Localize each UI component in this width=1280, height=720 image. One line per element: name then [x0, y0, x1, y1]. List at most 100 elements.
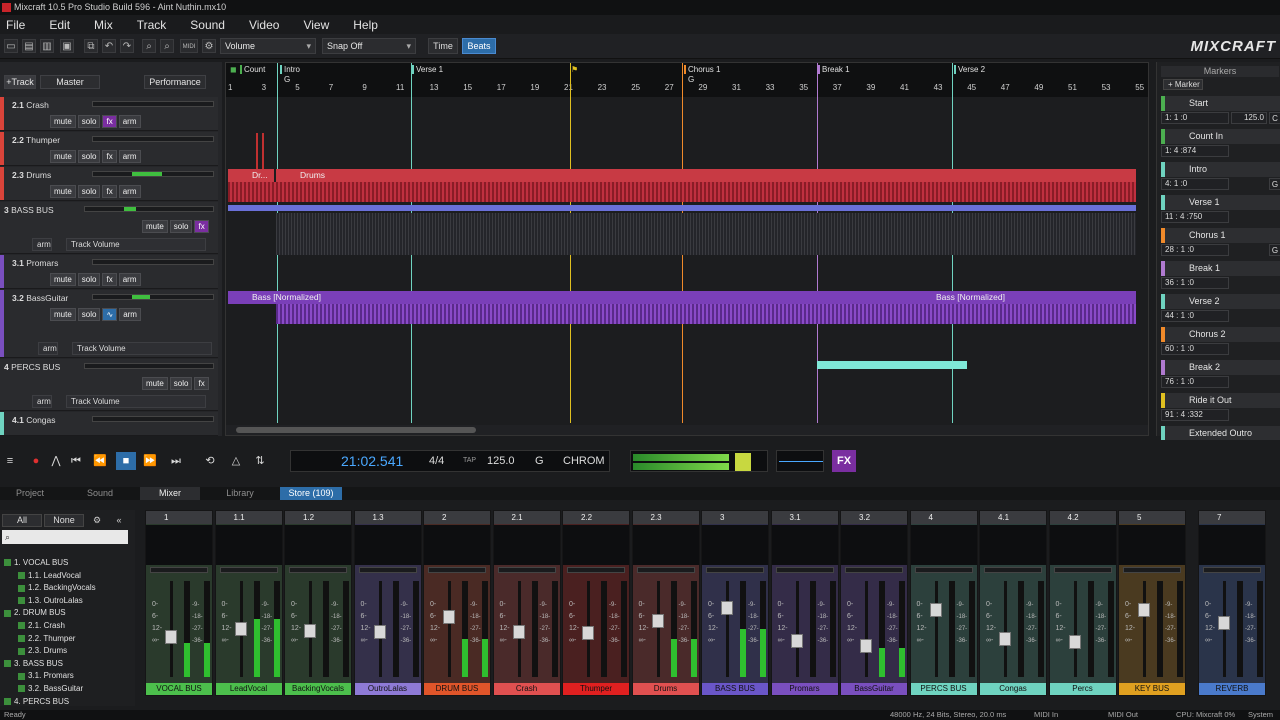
mute-button[interactable]: mute: [50, 273, 76, 286]
fader-track[interactable]: [1004, 581, 1007, 677]
mixer-strip[interactable]: 7 0- 6- 12- ∞- -9- -18- -27- -36- REVERB: [1198, 510, 1266, 696]
snap-dropdown[interactable]: Snap Off: [322, 38, 416, 54]
midi-icon[interactable]: MIDI: [180, 39, 198, 53]
tab-sound[interactable]: Sound: [70, 487, 130, 500]
mixer-strip[interactable]: 2.1 0- 6- 12- ∞- -9- -18- -27- -36- Crash: [492, 510, 561, 696]
pan-slider[interactable]: [1053, 567, 1112, 573]
tree-item[interactable]: 4. PERCS BUS: [4, 697, 69, 706]
arm-button[interactable]: arm: [118, 115, 141, 128]
fader-track[interactable]: [656, 581, 660, 677]
check-icon[interactable]: [4, 697, 11, 705]
mixer-strip[interactable]: 3 0- 6- 12- ∞- -9- -18- -27- -36- BASS BUS: [701, 510, 769, 696]
tree-item[interactable]: 2.2. Thumper: [18, 634, 75, 643]
track-bass-bus[interactable]: 3 BASS BUS mute solo fx arm Track Volume: [0, 202, 218, 254]
mixer-strip[interactable]: 1.1 0- 6- 12- ∞- -9- -18- -27- -36- LeadVocal: [214, 510, 283, 696]
track-bassguitar[interactable]: 3.2 BassGuitar mute solo ∿ arm arm Track Vo…: [0, 290, 218, 358]
tree-item[interactable]: 2.3. Drums: [18, 646, 67, 655]
solo-button[interactable]: solo: [77, 273, 101, 286]
go-start-button[interactable]: ⏮: [66, 452, 86, 470]
mute-button[interactable]: mute: [50, 150, 76, 163]
fader-track[interactable]: [1143, 581, 1146, 677]
select-all-button[interactable]: All: [2, 514, 42, 527]
arm-button[interactable]: arm: [118, 273, 141, 286]
check-icon[interactable]: [18, 647, 25, 655]
pan-slider[interactable]: [984, 567, 1042, 573]
marker-name[interactable]: Chorus 2: [1161, 327, 1280, 342]
automation-button[interactable]: ∿: [102, 308, 118, 321]
fx-button[interactable]: fx: [102, 185, 117, 198]
volume-slider[interactable]: [92, 416, 214, 422]
master-button[interactable]: Master: [40, 75, 100, 89]
menu-sound[interactable]: Sound: [190, 18, 225, 32]
marker-position[interactable]: 4: 1 :0: [1161, 178, 1229, 190]
marker-position[interactable]: 60 : 1 :0: [1161, 343, 1229, 355]
strip-eq-display[interactable]: [702, 525, 768, 565]
solo-button[interactable]: solo: [169, 377, 193, 390]
menu-help[interactable]: Help: [353, 18, 378, 32]
strip-eq-display[interactable]: [146, 525, 212, 565]
pan-slider[interactable]: [1203, 567, 1261, 573]
menu-track[interactable]: Track: [137, 18, 167, 32]
marker-name[interactable]: Count In: [1161, 129, 1280, 144]
marker-row[interactable]: Chorus 2 60 : 1 :0: [1161, 327, 1280, 360]
tap-button[interactable]: TAP: [463, 451, 476, 471]
track-thumper[interactable]: 2.2 Thumper mute solo fx arm: [0, 132, 218, 166]
copy-icon[interactable]: ⧉: [84, 39, 98, 53]
menu-view[interactable]: View: [303, 18, 329, 32]
mixer-strip[interactable]: 4.1 0- 6- 12- ∞- -9- -18- -27- -36- Congas: [979, 510, 1047, 696]
gear-icon[interactable]: ⚙: [88, 514, 106, 527]
time-button[interactable]: Time: [428, 38, 458, 54]
marker-name[interactable]: Start: [1161, 96, 1280, 111]
fader-track[interactable]: [865, 581, 868, 677]
marker-name[interactable]: Break 2: [1161, 360, 1280, 375]
pan-slider[interactable]: [706, 567, 764, 573]
volume-slider[interactable]: [84, 206, 214, 212]
playhead-flag-icon[interactable]: ⚑: [571, 65, 578, 74]
marker-position[interactable]: 91 : 4 :332: [1161, 409, 1229, 421]
marker-count[interactable]: Count: [240, 65, 265, 74]
strip-name[interactable]: REVERB: [1199, 683, 1265, 695]
strip-eq-display[interactable]: [1119, 525, 1185, 565]
track-percs-bus[interactable]: 4 PERCS BUS mute solo fx arm Track Volume: [0, 359, 218, 411]
marker-position[interactable]: 44 : 1 :0: [1161, 310, 1229, 322]
check-icon[interactable]: [4, 609, 11, 617]
fx-button[interactable]: fx: [102, 273, 117, 286]
add-marker-button[interactable]: + Marker: [1163, 79, 1203, 90]
param-dropdown[interactable]: Volume: [220, 38, 316, 54]
marker-key[interactable]: G: [1269, 178, 1280, 190]
marker-row[interactable]: Chorus 1 28 : 1 :0 G: [1161, 228, 1280, 261]
strip-name[interactable]: PERCS BUS: [910, 683, 977, 695]
master-fx-button[interactable]: FX: [832, 450, 856, 472]
mixer-strip[interactable]: 2.2 0- 6- 12- ∞- -9- -18- -27- -36- Thumper: [562, 510, 630, 696]
time-display[interactable]: 21:02.541 4/4 TAP 125.0 G CHROM: [290, 450, 610, 472]
fader-knob[interactable]: [1068, 635, 1081, 650]
pan-slider[interactable]: [219, 567, 278, 573]
marker-tempo[interactable]: 125.0: [1231, 112, 1267, 124]
pan-slider[interactable]: [636, 567, 695, 573]
volume-slider[interactable]: [92, 259, 214, 265]
mute-button[interactable]: mute: [50, 185, 76, 198]
volume-slider[interactable]: [92, 136, 214, 142]
track-drums[interactable]: 2.3 Drums mute solo fx arm: [0, 167, 218, 201]
mute-button[interactable]: mute: [142, 220, 168, 233]
solo-button[interactable]: solo: [77, 308, 101, 321]
fader-knob[interactable]: [373, 624, 386, 639]
strip-name[interactable]: DRUM BUS: [424, 683, 490, 695]
mixer-strip[interactable]: 1.2 0- 6- 12- ∞- -9- -18- -27- -36- BackingVocals: [284, 510, 352, 696]
mute-button[interactable]: mute: [50, 115, 76, 128]
mute-button[interactable]: mute: [50, 308, 76, 321]
marker-name[interactable]: Extended Outro: [1161, 426, 1280, 441]
marker-row[interactable]: Verse 1 11 : 4 :750: [1161, 195, 1280, 228]
marker-row[interactable]: Verse 2 44 : 1 :0: [1161, 294, 1280, 327]
tree-item[interactable]: 2. DRUM BUS: [4, 608, 66, 617]
marker-row[interactable]: Break 2 76 : 1 :0: [1161, 360, 1280, 393]
marker-name[interactable]: Intro: [1161, 162, 1280, 177]
strip-name[interactable]: Thumper: [563, 683, 629, 695]
mute-button[interactable]: mute: [142, 377, 168, 390]
tree-item[interactable]: 2.1. Crash: [18, 621, 65, 630]
clip-bass-b[interactable]: Bass [Normalized]: [912, 291, 1136, 304]
marker-row[interactable]: Intro 4: 1 :0 G: [1161, 162, 1280, 195]
save-icon[interactable]: ▣: [60, 39, 74, 53]
marker-name[interactable]: Ride it Out: [1161, 393, 1280, 408]
marker-key[interactable]: C: [1269, 112, 1280, 124]
